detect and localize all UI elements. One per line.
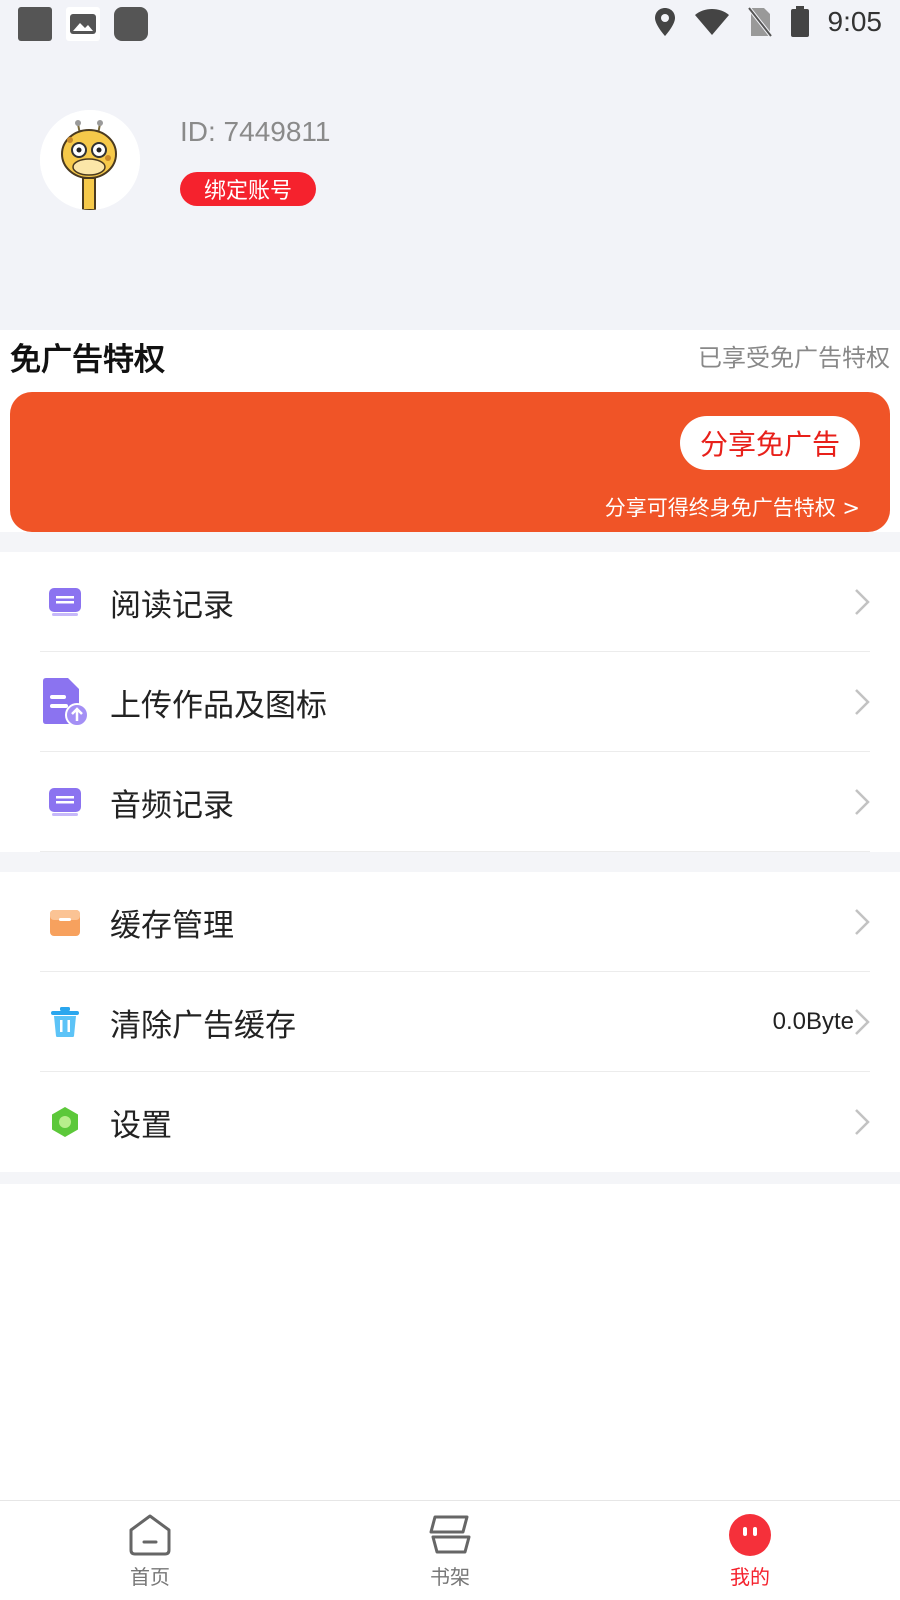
menu-item-reading-history[interactable]: 阅读记录 — [0, 552, 900, 652]
ad-privilege-status: 已享受免广告特权 — [698, 344, 890, 372]
ad-privilege-banner: 分享免广告 分享可得终身免广告特权 > — [10, 392, 890, 532]
section-gap — [0, 532, 900, 552]
home-icon — [129, 1514, 171, 1556]
menu-item-label: 清除广告缓存 — [110, 1007, 296, 1044]
image-notification-icon — [66, 7, 100, 41]
ad-privilege-header: 免广告特权 已享受免广告特权 — [0, 330, 900, 390]
app-notification-icon — [114, 7, 148, 41]
nav-label: 我的 — [730, 1565, 770, 1589]
wifi-icon — [694, 9, 729, 35]
user-id: ID: 7449811 — [180, 116, 331, 147]
nav-tab-profile[interactable]: 我的 — [690, 1513, 810, 1590]
profile-header: ID: 7449811 绑定账号 — [0, 50, 900, 330]
chevron-right-icon — [855, 1009, 870, 1035]
status-time: 9:05 — [827, 6, 883, 37]
chevron-right-icon — [855, 589, 870, 615]
menu-item-clear-ad-cache[interactable]: 清除广告缓存 0.0Byte — [0, 972, 900, 1072]
menu-group-records: 阅读记录 上传作品及图标 音频记录 — [0, 552, 900, 852]
giraffe-avatar-icon — [40, 110, 140, 210]
menu-item-audio-history[interactable]: 音频记录 — [0, 752, 900, 852]
audio-history-icon — [40, 777, 90, 827]
battery-icon — [790, 6, 809, 37]
reading-history-icon — [40, 577, 90, 627]
chevron-right-icon — [855, 689, 870, 715]
no-sim-icon — [747, 7, 772, 37]
nav-tab-home[interactable]: 首页 — [90, 1513, 210, 1590]
share-ad-free-link[interactable]: 分享可得终身免广告特权 > — [605, 492, 860, 522]
avatar[interactable] — [40, 110, 140, 210]
status-bar: 9:05 — [0, 0, 900, 50]
share-ad-free-button[interactable]: 分享免广告 — [680, 416, 860, 470]
chevron-right-icon — [855, 789, 870, 815]
section-gap — [0, 852, 900, 872]
bottom-nav: 首页 书架 我的 — [0, 1500, 900, 1600]
menu-item-upload-works[interactable]: 上传作品及图标 — [0, 652, 900, 752]
trash-icon — [40, 997, 90, 1047]
section-gap — [0, 1172, 900, 1184]
nav-label: 书架 — [430, 1565, 470, 1589]
menu-item-label: 音频记录 — [110, 787, 234, 824]
cache-box-icon — [40, 897, 90, 947]
menu-item-label: 设置 — [110, 1107, 172, 1144]
notification-square-icon — [18, 7, 52, 41]
nav-label: 首页 — [130, 1565, 170, 1589]
settings-hexagon-icon — [40, 1097, 90, 1147]
menu-item-label: 阅读记录 — [110, 587, 234, 624]
ad-cache-size: 0.0Byte — [772, 1008, 854, 1035]
menu-item-label: 缓存管理 — [110, 907, 234, 944]
upload-document-icon — [40, 677, 90, 727]
chevron-right-icon — [855, 909, 870, 935]
bookshelf-icon — [429, 1515, 471, 1554]
location-icon — [654, 8, 675, 36]
ad-privilege-title: 免广告特权 — [10, 342, 165, 378]
bind-account-button[interactable]: 绑定账号 — [180, 172, 316, 206]
menu-item-cache-management[interactable]: 缓存管理 — [0, 872, 900, 972]
chevron-right-icon — [855, 1109, 870, 1135]
profile-face-icon — [729, 1514, 771, 1556]
menu-item-label: 上传作品及图标 — [110, 687, 327, 724]
nav-tab-bookshelf[interactable]: 书架 — [390, 1513, 510, 1590]
menu-item-settings[interactable]: 设置 — [0, 1072, 900, 1172]
menu-group-settings: 缓存管理 清除广告缓存 0.0Byte 设置 — [0, 872, 900, 1172]
